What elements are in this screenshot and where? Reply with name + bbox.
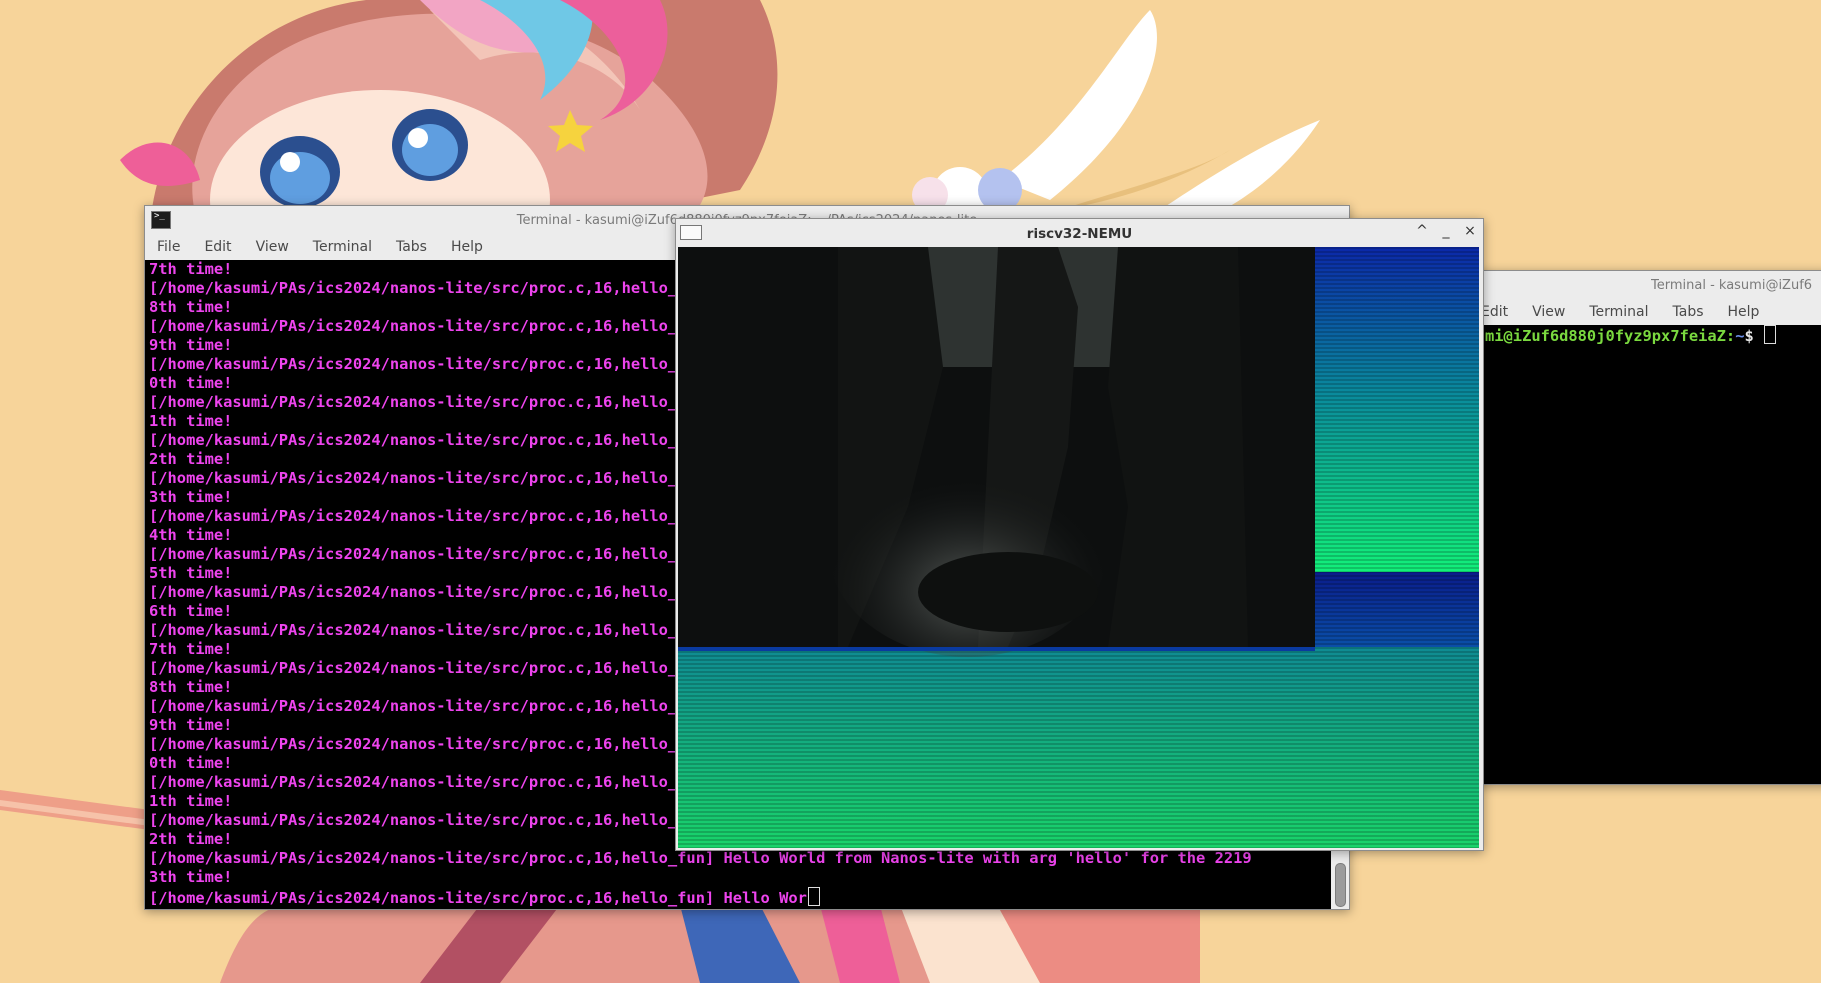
terminal-line: 3th time! (149, 868, 233, 886)
minimize-button[interactable]: _ (1439, 223, 1453, 239)
menu-terminal[interactable]: Terminal (301, 239, 384, 255)
prompt-user-host: mi@iZuf6d880j0fyz9px7feiaZ: (1485, 327, 1736, 345)
menu-file[interactable]: File (145, 239, 192, 255)
close-button[interactable]: × (1463, 223, 1477, 239)
menu-tabs[interactable]: Tabs (1661, 304, 1716, 320)
window-controls: ^ _ × (1415, 223, 1477, 239)
terminal-current-line: [/home/kasumi/PAs/ics2024/nanos-lite/src… (149, 887, 1331, 907)
menu-view[interactable]: View (1520, 304, 1577, 320)
menu-tabs[interactable]: Tabs (384, 239, 439, 255)
terminal-output[interactable]: mi@iZuf6d880j0fyz9px7feiaZ:~$ (1479, 325, 1821, 784)
text-cursor (807, 887, 820, 906)
scrollbar-thumb[interactable] (1335, 863, 1346, 907)
menu-view[interactable]: View (244, 239, 301, 255)
prompt-symbol: $ (1744, 327, 1754, 345)
nemu-window[interactable]: riscv32-NEMU ^ _ × (675, 218, 1484, 851)
terminal-line: [/home/kasumi/PAs/ics2024/nanos-lite/src… (149, 849, 1252, 867)
terminal-line-text: [/home/kasumi/PAs/ics2024/nanos-lite/src… (149, 889, 807, 907)
terminal-menubar: Edit View Terminal Tabs Help (1479, 299, 1821, 325)
menu-terminal[interactable]: Terminal (1577, 304, 1660, 320)
menu-help[interactable]: Help (439, 239, 495, 255)
text-cursor (1764, 325, 1777, 344)
terminal-window-right[interactable]: Terminal - kasumi@iZuf6 Edit View Termin… (1478, 270, 1821, 785)
menu-edit[interactable]: Edit (1479, 304, 1520, 320)
maximize-button[interactable]: ^ (1415, 223, 1429, 239)
menu-help[interactable]: Help (1716, 304, 1772, 320)
menu-edit[interactable]: Edit (192, 239, 243, 255)
terminal-title: Terminal - kasumi@iZuf6 (1651, 278, 1813, 293)
terminal-titlebar[interactable]: Terminal - kasumi@iZuf6 (1479, 271, 1821, 299)
nemu-titlebar[interactable]: riscv32-NEMU ^ _ × (676, 219, 1483, 246)
nemu-title: riscv32-NEMU (1026, 226, 1133, 242)
display-image (678, 247, 1479, 848)
nemu-display[interactable] (678, 247, 1479, 848)
shell-prompt: mi@iZuf6d880j0fyz9px7feiaZ:~$ (1485, 325, 1821, 345)
